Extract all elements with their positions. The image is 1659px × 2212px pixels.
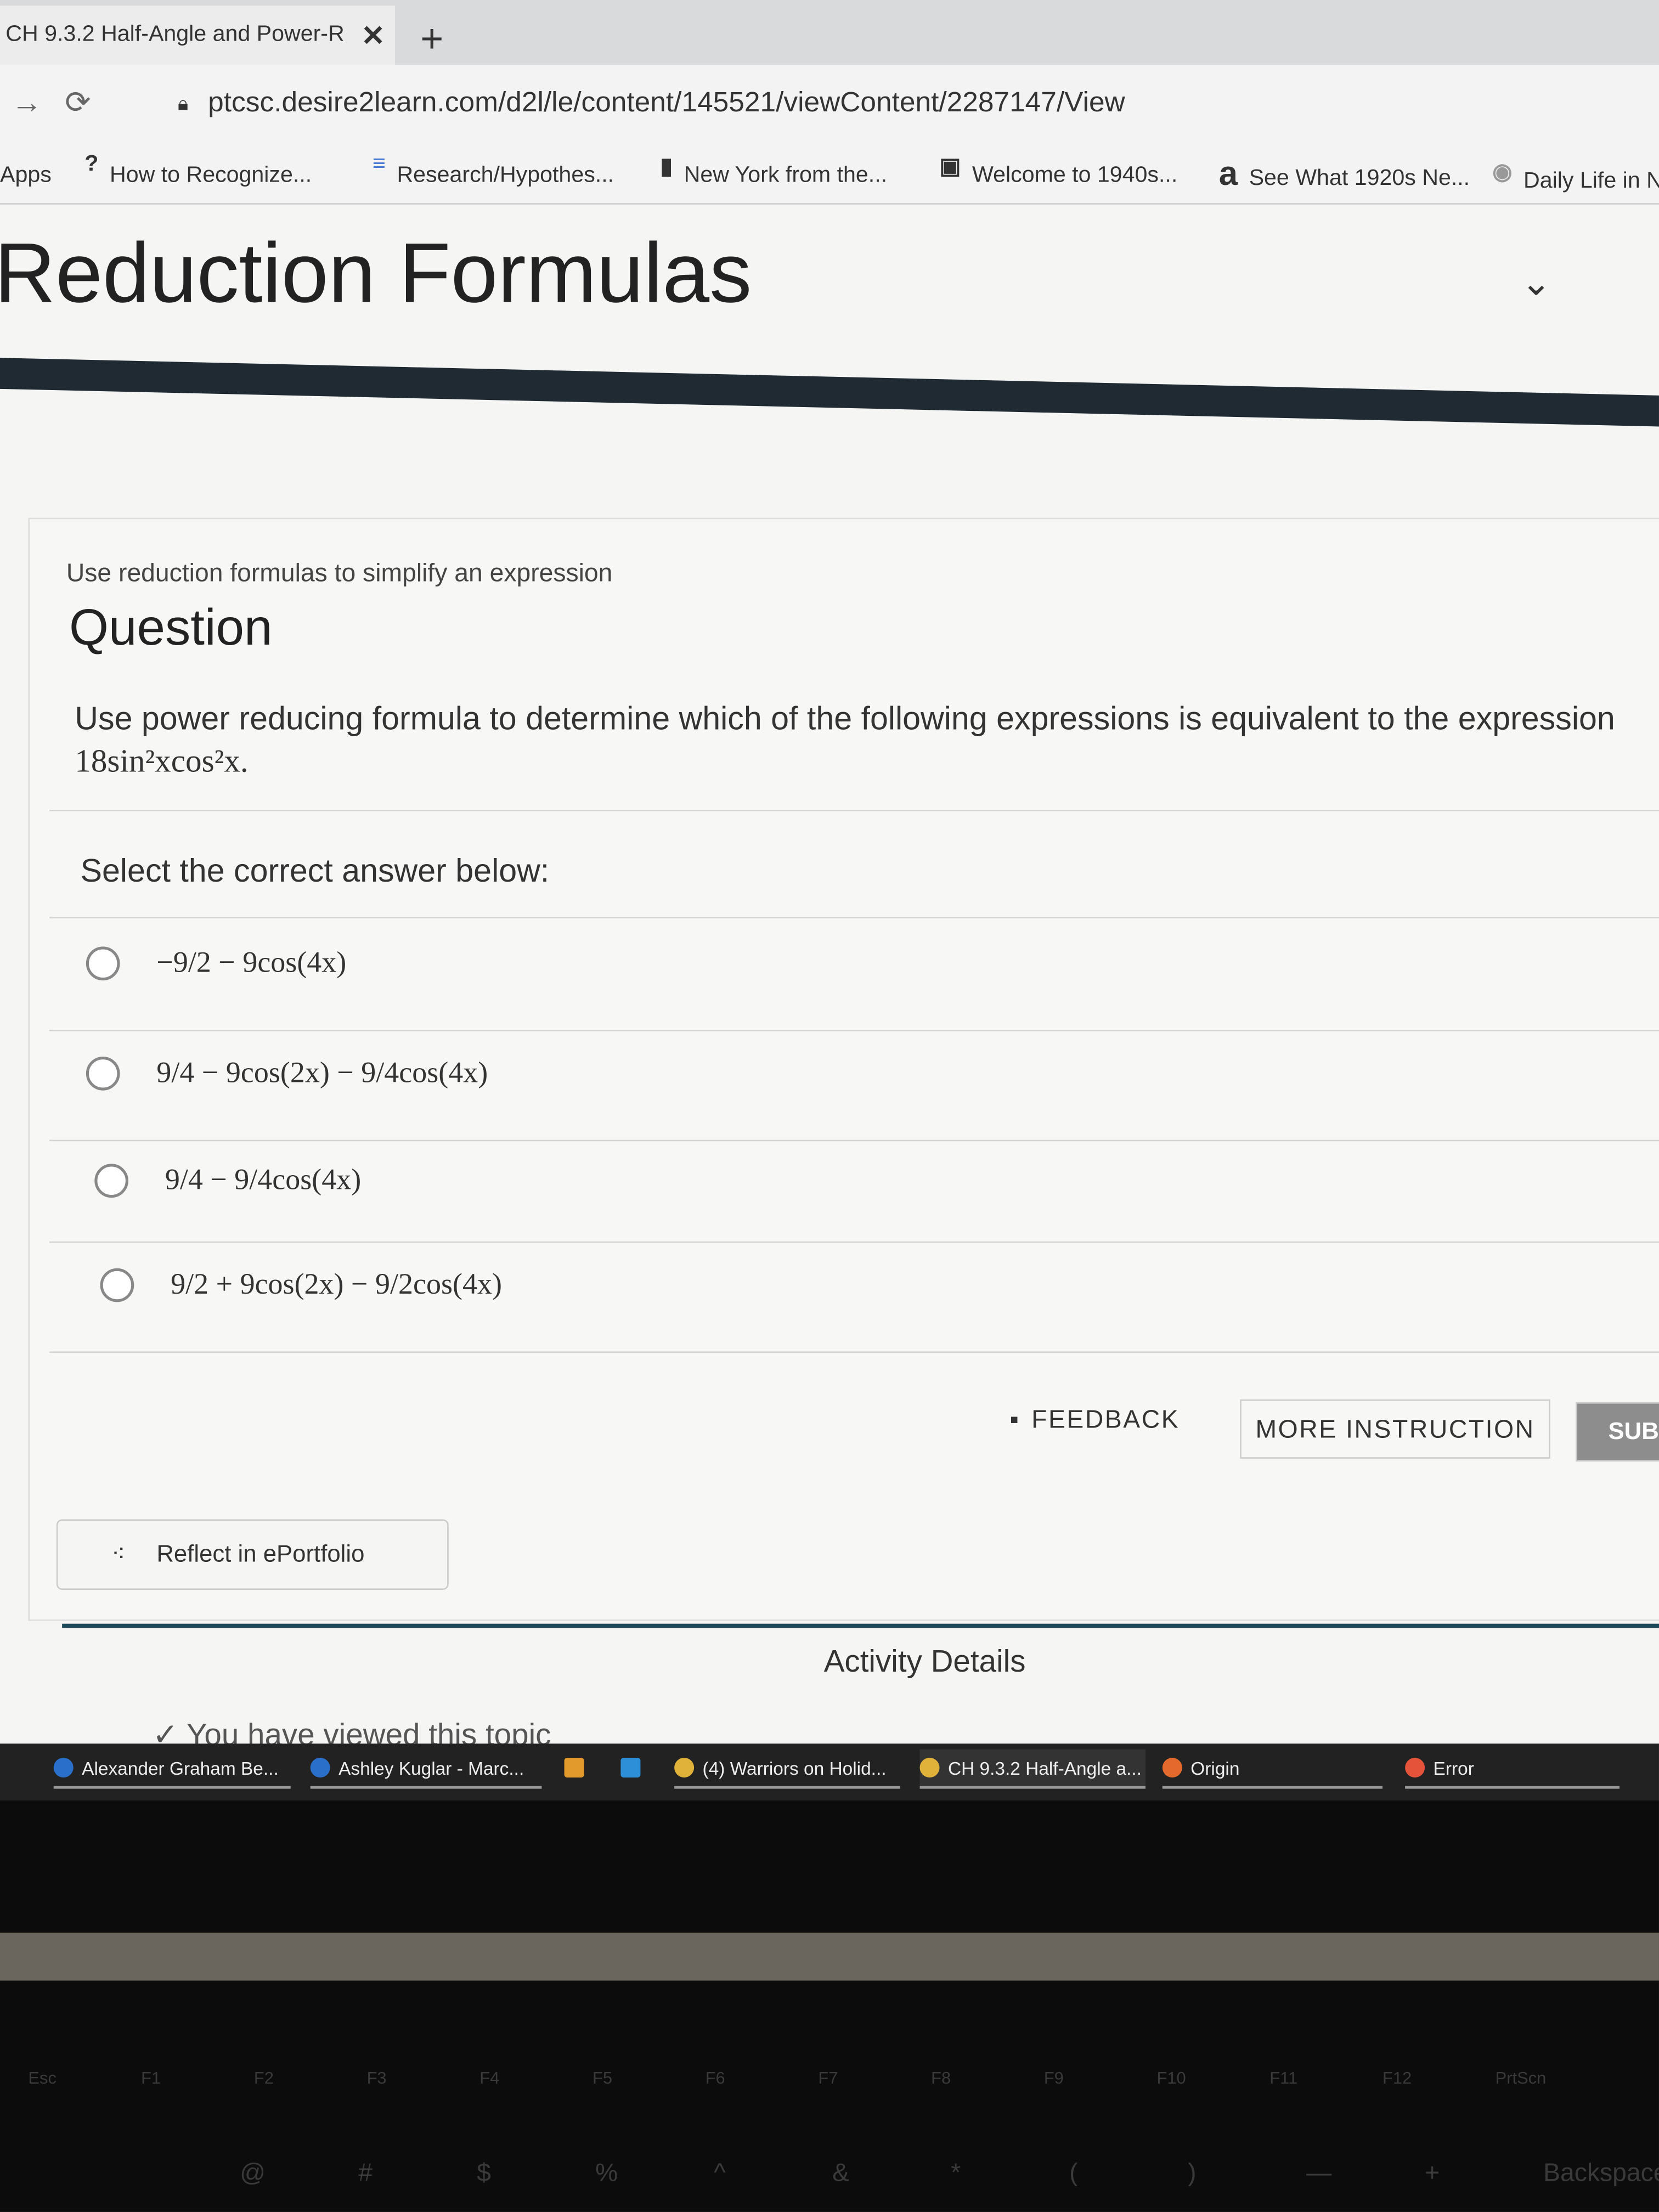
- chrome-icon: [674, 1757, 695, 1778]
- tab-bar: CH 9.3.2 Half-Angle and Power-R ✕ +: [0, 0, 1659, 65]
- ie-icon: [53, 1757, 74, 1778]
- key: F10: [1156, 2068, 1186, 2088]
- bookmark-5[interactable]: a See What 1920s Ne...: [1219, 155, 1470, 195]
- key: ): [1188, 2158, 1197, 2187]
- key: *: [951, 2158, 961, 2187]
- taskbar-item[interactable]: CH 9.3.2 Half-Angle a...: [919, 1749, 1146, 1789]
- bookmark-6[interactable]: ◉ Daily Life in N: [1493, 158, 1659, 193]
- tab-title: CH 9.3.2 Half-Angle and Power-R: [5, 22, 345, 47]
- reload-icon[interactable]: ⟳: [65, 84, 107, 121]
- question-text: Use power reducing formula to determine …: [75, 699, 1615, 779]
- question-subtitle: Use reduction formulas to simplify an ex…: [66, 558, 613, 587]
- forward-icon[interactable]: →: [12, 84, 54, 121]
- bookmark-1[interactable]: ? How to Recognize...: [84, 153, 312, 188]
- page-content: Reduction Formulas ⌄ Use reduction formu…: [0, 204, 1659, 1752]
- key: &: [832, 2158, 850, 2187]
- bookmark-4[interactable]: ▣ Welcome to 1940s...: [940, 153, 1178, 188]
- key: ^: [714, 2158, 726, 2187]
- bookmark-3[interactable]: ▮ New York from the...: [660, 153, 887, 188]
- activity-divider: [62, 1623, 1659, 1628]
- question-heading: Question: [69, 598, 273, 656]
- new-tab-button[interactable]: +: [420, 17, 443, 62]
- eportfolio-icon: ⁖: [111, 1540, 126, 1567]
- taskbar-item[interactable]: Ashley Kuglar - Marc...: [310, 1750, 542, 1789]
- key: F11: [1269, 2068, 1298, 2088]
- ie-icon: [310, 1757, 330, 1778]
- chrome-icon: [919, 1757, 940, 1778]
- radio-button[interactable]: [86, 946, 120, 980]
- feedback-icon: ▪: [1009, 1404, 1020, 1433]
- mail-icon[interactable]: [620, 1750, 648, 1786]
- browser-tab[interactable]: CH 9.3.2 Half-Angle and Power-R ✕: [0, 5, 395, 65]
- header-divider: [0, 358, 1659, 427]
- answer-option[interactable]: 9/4 − 9cos(2x) − 9/4cos(4x): [86, 1055, 488, 1090]
- radio-button[interactable]: [94, 1163, 128, 1197]
- laptop-hinge: [0, 1932, 1659, 1981]
- key: #: [358, 2158, 373, 2187]
- key: F12: [1382, 2068, 1412, 2088]
- question-expression: 18sin²xcos²x.: [75, 743, 249, 779]
- key: F1: [141, 2068, 161, 2088]
- address-bar: → ⟳ 🔒︎ ptcsc.desire2learn.com/d2l/le/con…: [0, 65, 1659, 142]
- url-input[interactable]: ptcsc.desire2learn.com/d2l/le/content/14…: [208, 87, 1125, 119]
- screen: CH 9.3.2 Half-Angle and Power-R ✕ + → ⟳ 🔒…: [0, 0, 1659, 2212]
- radio-button[interactable]: [100, 1267, 134, 1302]
- key: +: [1425, 2158, 1440, 2187]
- key: F4: [479, 2068, 500, 2088]
- activity-details-heading: Activity Details: [823, 1643, 1026, 1679]
- key: %: [595, 2158, 618, 2187]
- bookmark-2[interactable]: ≡ Research/Hypothes...: [373, 153, 614, 188]
- answer-prompt: Select the correct answer below:: [80, 852, 550, 889]
- key: —: [1306, 2158, 1332, 2187]
- close-icon[interactable]: ✕: [362, 18, 385, 53]
- key: F3: [366, 2068, 387, 2088]
- bookmarks-bar: Apps ? How to Recognize... ≡ Research/Hypo…: [0, 141, 1659, 205]
- key: (: [1069, 2158, 1078, 2187]
- radio-button[interactable]: [86, 1056, 120, 1090]
- key: Backspace: [1543, 2158, 1659, 2187]
- key: F2: [253, 2068, 274, 2088]
- answer-option[interactable]: 9/4 − 9/4cos(4x): [94, 1163, 361, 1198]
- key: F5: [592, 2068, 613, 2088]
- more-instruction-button[interactable]: MORE INSTRUCTION: [1240, 1399, 1550, 1459]
- chevron-down-icon[interactable]: ⌄: [1521, 261, 1551, 305]
- origin-icon: [1162, 1757, 1182, 1778]
- reflect-eportfolio-button[interactable]: ⁖ Reflect in ePortfolio: [56, 1519, 449, 1590]
- taskbar-item[interactable]: Origin: [1162, 1750, 1383, 1789]
- key: F7: [818, 2068, 838, 2088]
- taskbar: Alexander Graham Be... Ashley Kuglar - M…: [0, 1743, 1659, 1801]
- key: $: [477, 2158, 491, 2187]
- monitor-bezel: [0, 1800, 1659, 2212]
- answer-option[interactable]: −9/2 − 9cos(4x): [86, 945, 346, 980]
- feedback-button[interactable]: ▪ FEEDBACK: [989, 1391, 1201, 1448]
- key: Esc: [28, 2068, 57, 2088]
- key: F8: [931, 2068, 951, 2088]
- submit-button[interactable]: SUB: [1576, 1402, 1659, 1462]
- page-title: Reduction Formulas: [0, 225, 752, 320]
- lock-icon: 🔒︎: [177, 91, 189, 114]
- key: PrtScn: [1495, 2068, 1547, 2088]
- media-player-icon[interactable]: [564, 1750, 592, 1786]
- key: F6: [705, 2068, 725, 2088]
- question-card: Use reduction formulas to simplify an ex…: [28, 517, 1659, 1621]
- key: F9: [1043, 2068, 1064, 2088]
- taskbar-item[interactable]: Alexander Graham Be...: [53, 1750, 291, 1789]
- taskbar-item[interactable]: Error: [1405, 1750, 1620, 1789]
- taskbar-item[interactable]: (4) Warriors on Holid...: [674, 1750, 900, 1789]
- key: @: [240, 2158, 266, 2187]
- answer-option[interactable]: 9/2 + 9cos(2x) − 9/2cos(4x): [100, 1267, 502, 1302]
- error-icon: [1405, 1757, 1425, 1778]
